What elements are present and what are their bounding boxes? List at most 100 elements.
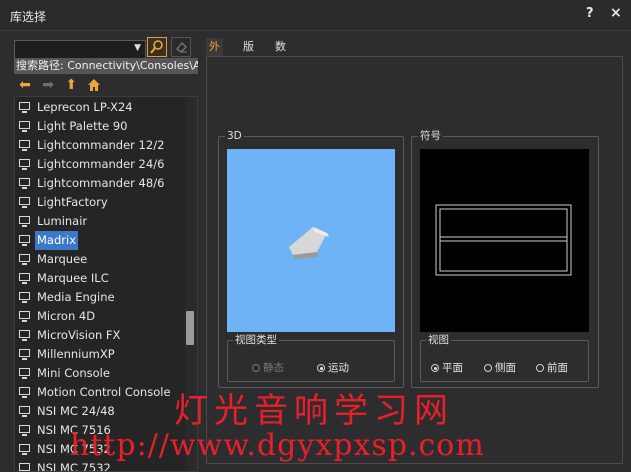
search-icon: [150, 40, 163, 54]
list-item-label: Marquee ILC: [37, 271, 109, 285]
list-item[interactable]: Motion Control Console: [15, 383, 183, 402]
monitor-icon: [19, 330, 30, 341]
list-item-label: Micron 4D: [37, 309, 96, 323]
monitor-icon: [19, 254, 30, 265]
radio-side[interactable]: 侧面: [484, 362, 516, 374]
list-item[interactable]: Lightcommander 24/6: [15, 155, 183, 174]
radio-motion-label: 运动: [328, 362, 349, 374]
arrow-right-icon[interactable]: ➡: [39, 77, 57, 93]
view-type-group: [227, 340, 395, 382]
arrow-left-icon[interactable]: ⬅: [16, 77, 34, 93]
list-item[interactable]: Mini Console: [15, 364, 183, 383]
monitor-icon: [19, 425, 30, 436]
group-symbol-label: 符号: [418, 130, 443, 142]
list-item-label: MillenniumXP: [37, 347, 115, 361]
radio-front-dot[interactable]: [536, 364, 544, 372]
group-3d-label: 3D: [225, 130, 244, 142]
list-item[interactable]: Madrix: [15, 231, 183, 250]
library-list[interactable]: NSI MC 7532 NSI MC 7532 NSI MC 7516 NSI MC …: [14, 96, 198, 472]
list-item-label: Lightcommander 48/6: [37, 176, 165, 190]
radio-side-dot[interactable]: [484, 364, 492, 372]
monitor-icon: [19, 102, 30, 113]
monitor-icon: [19, 444, 30, 455]
list-item-label: NSI MC 24/48: [37, 404, 115, 418]
list-item[interactable]: Luminair: [15, 212, 183, 231]
clear-button[interactable]: [171, 37, 191, 57]
list-item-label: Leprecon LP-X24: [37, 100, 133, 114]
tab-version[interactable]: 版本: [240, 38, 257, 71]
eraser-icon: [176, 42, 187, 53]
view-group: [420, 340, 589, 382]
watermark-url: http://www.dgyxpxsp.com: [70, 428, 485, 463]
preview-3d[interactable]: [227, 149, 395, 332]
scrollbar-thumb[interactable]: [186, 311, 194, 345]
list-item[interactable]: Media Engine: [15, 288, 183, 307]
close-button[interactable]: ×: [610, 5, 622, 21]
arrow-up-icon[interactable]: ⬆: [62, 77, 80, 93]
radio-front[interactable]: 前面: [536, 362, 568, 374]
monitor-icon: [19, 349, 30, 360]
list-item-label: Lightcommander 12/2: [37, 138, 165, 152]
list-item[interactable]: Marquee: [15, 250, 183, 269]
list-item-label: Madrix: [35, 231, 78, 250]
nav-toolbar: ⬅ ➡ ⬆: [16, 77, 103, 93]
list-item-label: Media Engine: [37, 290, 115, 304]
chevron-down-icon[interactable]: ▼: [134, 43, 141, 53]
list-item-label: Luminair: [37, 214, 88, 228]
monitor-icon: [19, 216, 30, 227]
watermark-title: 灯光音响学习网: [174, 391, 454, 431]
list-item-label: MicroVision FX: [37, 328, 121, 342]
radio-side-label: 侧面: [495, 362, 516, 374]
radio-static-dot: [252, 364, 260, 372]
radio-motion[interactable]: 运动: [317, 362, 349, 374]
radio-static: 静态: [252, 362, 284, 374]
radio-static-label: 静态: [263, 362, 284, 374]
monitor-icon: [19, 292, 30, 303]
list-item[interactable]: LightFactory: [15, 193, 183, 212]
console-symbol-icon: [435, 204, 572, 276]
monitor-icon: [19, 235, 30, 246]
list-item[interactable]: MillenniumXP: [15, 345, 183, 364]
radio-plan-dot[interactable]: [431, 364, 439, 372]
list-item[interactable]: Light Palette 90: [15, 117, 183, 136]
monitor-icon: [19, 197, 30, 208]
list-item[interactable]: Lightcommander 12/2: [15, 136, 183, 155]
radio-motion-dot[interactable]: [317, 364, 325, 372]
list-item[interactable]: Micron 4D: [15, 307, 183, 326]
list-item-label: Motion Control Console: [37, 385, 171, 399]
list-item[interactable]: NSI MC 24/48: [15, 402, 183, 421]
view-label: 视图: [426, 334, 451, 346]
home-icon[interactable]: [85, 77, 103, 93]
monitor-icon: [19, 387, 30, 398]
list-item[interactable]: Lightcommander 48/6: [15, 174, 183, 193]
radio-plan-label: 平面: [442, 362, 463, 374]
list-item[interactable]: Leprecon LP-X24: [15, 98, 183, 117]
monitor-icon: [19, 406, 30, 417]
monitor-icon: [19, 463, 30, 471]
monitor-icon: [19, 311, 30, 322]
help-button[interactable]: ?: [586, 6, 594, 21]
search-path: 搜索路径: Connectivity\Consoles\All: [14, 58, 198, 74]
find-button[interactable]: [147, 37, 167, 57]
list-item-label: Lightcommander 24/6: [37, 157, 165, 171]
monitor-icon: [19, 273, 30, 284]
monitor-icon: [19, 121, 30, 132]
search-combo[interactable]: ▼: [14, 40, 146, 59]
radio-plan[interactable]: 平面: [431, 362, 463, 374]
list-item[interactable]: MicroVision FX: [15, 326, 183, 345]
monitor-icon: [19, 140, 30, 151]
tab-appearance[interactable]: 外观: [206, 38, 223, 71]
monitor-icon: [19, 159, 30, 170]
radio-front-label: 前面: [547, 362, 568, 374]
title-bar: 库选择 ? ×: [0, 0, 631, 31]
list-item-label: Light Palette 90: [37, 119, 128, 133]
preview-symbol[interactable]: [420, 149, 589, 332]
model-3d-icon: [289, 227, 329, 259]
list-item[interactable]: Marquee ILC: [15, 269, 183, 288]
view-type-label: 视图类型: [233, 334, 279, 346]
tab-data[interactable]: 数据: [272, 38, 289, 71]
list-item-label: Mini Console: [37, 366, 110, 380]
monitor-icon: [19, 368, 30, 379]
window-title: 库选择: [10, 10, 47, 24]
list-item-label: Marquee: [37, 252, 88, 266]
